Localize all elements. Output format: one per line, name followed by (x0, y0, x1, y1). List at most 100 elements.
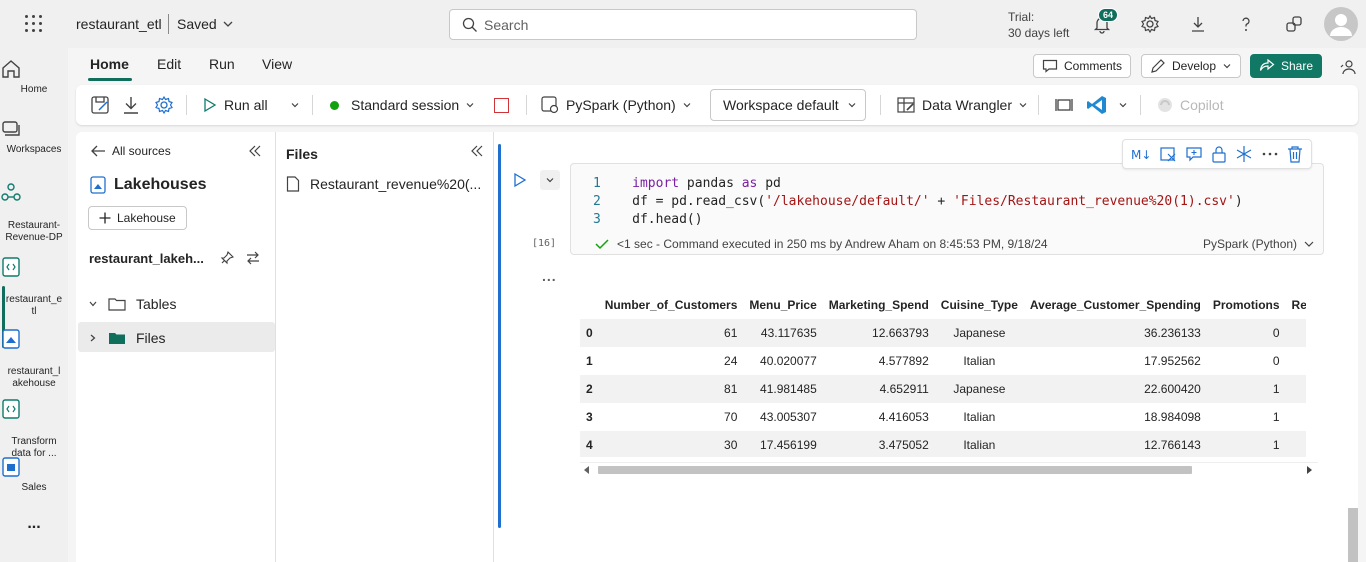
table-cell: 4 (1286, 403, 1306, 431)
trial-days: 30 days left (1008, 26, 1070, 40)
play-icon (204, 97, 217, 113)
table-cell: 4 (1286, 347, 1306, 375)
code-token: 'Files/Restaurant_revenue%20(1).csv' (953, 194, 1235, 209)
download-icon[interactable] (122, 85, 140, 125)
table-cell: 43.117635 (760, 326, 817, 340)
cell-run-options-chevron-icon[interactable] (540, 170, 560, 190)
nav-more-button[interactable]: ... (0, 516, 68, 532)
chevron-down-icon (683, 103, 691, 108)
lakehouse-name[interactable]: restaurant_lakeh... (89, 251, 204, 266)
notebook-name[interactable]: restaurant_etl (76, 16, 162, 32)
share-icon (1259, 59, 1275, 71)
focus-mode-icon[interactable] (1054, 85, 1074, 125)
develop-button[interactable]: Develop (1141, 54, 1242, 78)
tab-edit[interactable]: Edit (157, 56, 181, 72)
toolbar-divider (526, 95, 527, 115)
table-cell: 0 (1272, 326, 1280, 340)
left-navigation: Home Workspaces Restaurant- Revenue-DP r… (0, 48, 68, 562)
run-all-chevron-icon[interactable] (290, 85, 300, 125)
tab-home[interactable]: Home (90, 56, 129, 72)
arrow-left-icon (91, 145, 105, 157)
comments-button[interactable]: Comments (1033, 54, 1132, 78)
code-line-3[interactable]: 3 df.head() (593, 212, 703, 227)
stop-session-button[interactable] (494, 85, 509, 125)
session-dropdown[interactable]: Standard session (330, 85, 475, 125)
all-sources-link[interactable]: All sources (90, 144, 171, 158)
nav-workspaces[interactable]: Workspaces (0, 118, 68, 156)
copilot-button[interactable]: Copilot (1156, 85, 1224, 125)
table-cell: 4 (586, 438, 593, 452)
nav-home-label: Home (20, 84, 48, 95)
help-icon[interactable] (1236, 14, 1256, 34)
save-status[interactable]: Saved (177, 16, 217, 32)
app-launcher-icon[interactable] (22, 14, 46, 34)
nav-home[interactable]: Home (0, 58, 68, 96)
column-header: Number_of_Customers (604, 298, 738, 312)
table-cell: 36.236133 (1144, 326, 1201, 340)
notification-count-badge: 64 (1098, 8, 1119, 22)
chevron-down-icon[interactable] (222, 18, 234, 30)
collaborators-icon[interactable] (1338, 58, 1356, 76)
tree-item-tables[interactable]: Tables (88, 296, 176, 312)
table-cell: 3 (586, 410, 593, 424)
scroll-right-icon[interactable] (1306, 466, 1312, 474)
freeze-icon[interactable] (1235, 145, 1253, 163)
run-cell-icon[interactable] (513, 172, 527, 188)
vertical-scrollbar[interactable] (1348, 508, 1358, 562)
lakehouse-explorer: All sources Lakehouses Lakehouse restaur… (76, 132, 276, 562)
search-box[interactable]: Search (449, 9, 917, 40)
comment-add-icon[interactable] (1185, 145, 1203, 163)
user-avatar[interactable] (1324, 7, 1358, 41)
lock-icon[interactable] (1211, 145, 1227, 163)
data-wrangler-dropdown[interactable]: Data Wrangler (896, 85, 1028, 125)
file-item[interactable]: Restaurant_revenue%20(... (286, 176, 481, 192)
execution-status-text: <1 sec - Command executed in 250 ms by A… (617, 237, 1048, 251)
output-more-icon[interactable]: ... (542, 268, 557, 284)
more-options-icon[interactable] (1261, 151, 1279, 157)
comments-label: Comments (1064, 59, 1123, 73)
code-token: import (632, 176, 680, 191)
column-header: Average_Customer_Spending (1029, 298, 1201, 312)
tree-item-files[interactable]: Files (88, 330, 166, 346)
vscode-chevron-icon[interactable] (1118, 85, 1128, 125)
code-token: as (741, 176, 758, 191)
delete-icon[interactable] (1287, 145, 1303, 163)
cell-language-selector[interactable]: PySpark (Python) (1203, 237, 1315, 251)
run-all-button[interactable]: Run all (202, 85, 268, 125)
vscode-icon[interactable] (1086, 85, 1108, 125)
collapse-files-icon[interactable] (470, 144, 484, 158)
settings-gear-icon[interactable] (1140, 14, 1160, 34)
markdown-toggle-icon[interactable]: M↓ (1131, 146, 1151, 162)
horizontal-scrollbar[interactable] (580, 462, 1318, 476)
language-dropdown[interactable]: PySpark (Python) (540, 85, 692, 125)
share-feedback-icon[interactable] (1284, 14, 1304, 34)
switch-lakehouse-icon[interactable] (245, 251, 261, 265)
nav-sales[interactable]: Sales (0, 456, 68, 494)
folder-icon (108, 298, 126, 311)
code-cell[interactable]: 1 import pandas as pd 2 df = pd.read_csv… (570, 163, 1324, 255)
collapse-explorer-icon[interactable] (248, 144, 262, 158)
pin-icon[interactable] (220, 251, 234, 265)
tab-view[interactable]: View (262, 56, 292, 72)
dataframe-table: Number_of_Customers Menu_Price Marketing… (580, 291, 1306, 457)
column-header: Menu_Price (749, 298, 817, 312)
settings-icon[interactable] (154, 85, 174, 125)
save-icon[interactable] (90, 85, 110, 125)
add-lakehouse-button[interactable]: Lakehouse (88, 206, 187, 230)
trial-status[interactable]: Trial: 30 days left (1008, 9, 1069, 41)
code-line-2[interactable]: 2 df = pd.read_csv('/lakehouse/default/'… (593, 194, 1243, 209)
data-wrangler-label: Data Wrangler (922, 97, 1013, 113)
scrollbar-thumb[interactable] (598, 466, 1192, 474)
lock-output-icon[interactable] (1159, 145, 1177, 163)
download-icon[interactable] (1188, 14, 1208, 34)
share-button[interactable]: Share (1250, 54, 1323, 78)
code-line-1[interactable]: 1 import pandas as pd (593, 176, 781, 191)
files-pane-title: Files (286, 146, 318, 162)
environment-dropdown[interactable]: Workspace default (710, 89, 866, 121)
table-cell: 43.005307 (760, 410, 817, 424)
code-token: '/lakehouse/default/' (765, 194, 930, 209)
tab-run[interactable]: Run (209, 56, 235, 72)
scroll-left-icon[interactable] (584, 466, 590, 474)
notebook-icon (0, 256, 68, 278)
share-label: Share (1281, 59, 1314, 73)
